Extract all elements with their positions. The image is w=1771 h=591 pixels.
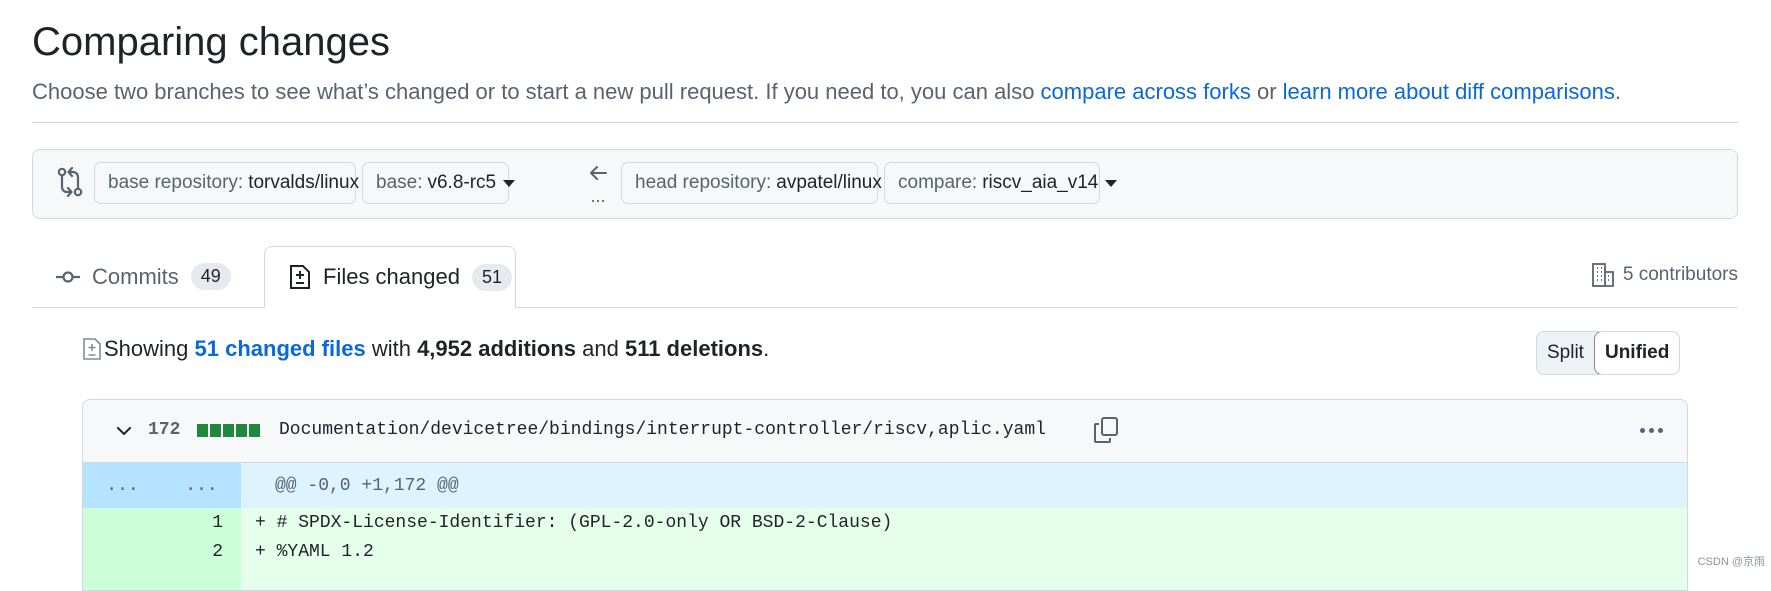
contributors-link[interactable]: 5 contributors (1591, 262, 1738, 288)
copy-icon[interactable] (1093, 416, 1119, 444)
learn-more-diff-link[interactable]: learn more about diff comparisons (1283, 79, 1615, 104)
file-header: 172 Documentation/devicetree/bindings/in… (83, 400, 1687, 463)
caret-down-icon (503, 179, 516, 187)
file-path[interactable]: Documentation/devicetree/bindings/interr… (279, 420, 1046, 440)
commits-counter: 49 (190, 263, 231, 290)
unified-view-button[interactable]: Unified (1593, 332, 1680, 374)
arrow-left-icon (590, 166, 607, 180)
files-counter: 51 (471, 263, 513, 291)
file-diff: 172 Documentation/devicetree/bindings/in… (82, 399, 1688, 591)
hunk-header-row: ... ... @@ -0,0 +1,172 @@ (83, 463, 1687, 508)
change-count: 172 (148, 420, 181, 440)
file-diff-icon (83, 338, 101, 360)
page-subtitle: Choose two branches to see what’s change… (32, 79, 1621, 104)
kebab-horizontal-icon[interactable] (1640, 428, 1663, 433)
diff-view-toggle: Split Unified (1536, 331, 1681, 375)
git-compare-icon (57, 167, 83, 197)
page-title: Comparing changes (32, 20, 390, 64)
file-diff-icon (290, 265, 310, 289)
watermark: CSDN @京雨 (1697, 556, 1765, 568)
base-repository-select[interactable]: base repository: torvalds/linux (94, 162, 379, 204)
diff-line: 2 + %YAML 1.2 (83, 537, 1687, 566)
swap-direction[interactable]: ... (585, 164, 611, 205)
line-number[interactable]: 1 (162, 508, 241, 537)
range-editor: base repository: torvalds/linux base: v6.8… (32, 149, 1738, 219)
tab-files-changed[interactable]: Files changed 51 (264, 246, 516, 308)
compare-branch-select[interactable]: compare: riscv_aia_v14 (884, 162, 1118, 204)
compare-across-forks-link[interactable]: compare across forks (1041, 79, 1251, 104)
diffstat-blocks (197, 424, 260, 437)
caret-down-icon (1105, 179, 1118, 187)
compare-tabs: Commits 49 Files changed 51 5 contributo… (32, 246, 1738, 308)
diff-line (83, 566, 1687, 590)
chevron-down-icon[interactable] (115, 422, 133, 440)
git-commit-icon (56, 270, 80, 283)
expand-up-right[interactable]: ... (162, 463, 241, 508)
line-number[interactable]: 2 (162, 537, 241, 566)
line-code: + # SPDX-License-Identifier: (GPL-2.0-on… (255, 512, 893, 533)
changed-files-link[interactable]: 51 changed files (195, 336, 366, 362)
organization-icon (1591, 263, 1614, 287)
base-branch-select[interactable]: base: v6.8-rc5 (362, 162, 516, 204)
tab-commits[interactable]: Commits 49 (56, 246, 231, 307)
line-code: + %YAML 1.2 (255, 541, 374, 562)
expand-up-left[interactable]: ... (83, 463, 162, 508)
diff-line: 1 + # SPDX-License-Identifier: (GPL-2.0-… (83, 508, 1687, 537)
hunk-header: @@ -0,0 +1,172 @@ (275, 475, 459, 496)
diff-summary: Showing 51 changed files with 4,952 addi… (82, 336, 769, 362)
split-view-button[interactable]: Split (1537, 332, 1594, 374)
divider (32, 122, 1738, 123)
head-repository-select[interactable]: head repository: avpatel/linux (621, 162, 901, 204)
